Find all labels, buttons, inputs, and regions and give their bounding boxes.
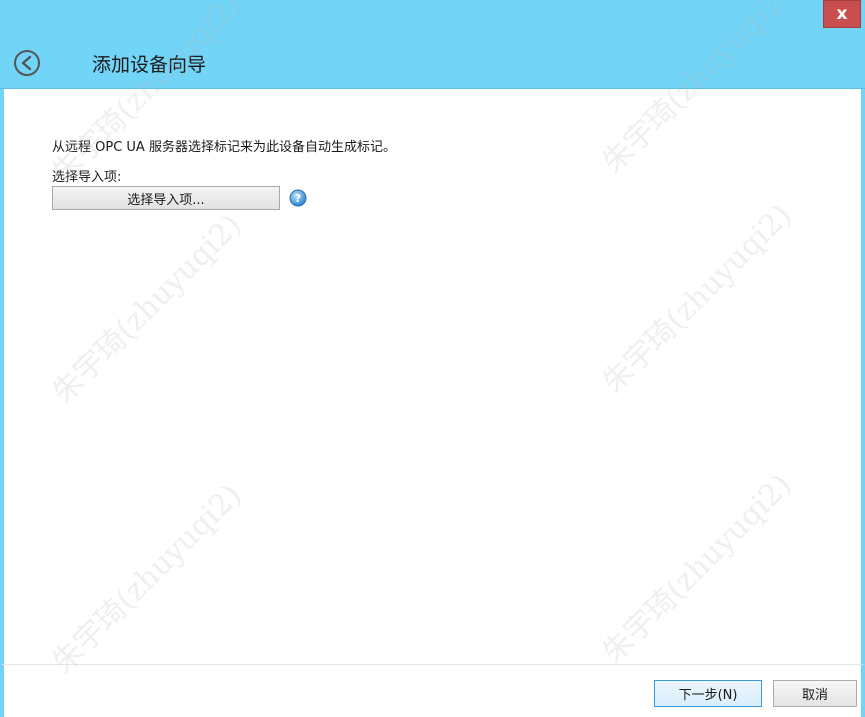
wizard-footer: 下一步(N) 取消 (0, 664, 865, 717)
title-bar: x 添加设备向导 (0, 0, 865, 89)
import-label: 选择导入项: (52, 170, 122, 185)
close-button[interactable]: x (823, 0, 861, 28)
back-arrow-icon (14, 50, 40, 76)
wizard-title: 添加设备向导 (92, 54, 207, 76)
back-button[interactable] (12, 48, 42, 78)
wizard-body: 从远程 OPC UA 服务器选择标记来为此设备自动生成标记。 选择导入项: 选择… (0, 89, 865, 664)
cancel-button[interactable]: 取消 (773, 680, 857, 707)
close-icon: x (836, 4, 848, 24)
help-icon[interactable]: ? (289, 189, 307, 207)
svg-text:?: ? (295, 192, 301, 205)
wizard-window: x 添加设备向导 从远程 OPC UA 服务器选择标记来为此设备自动生成标记。 … (0, 0, 865, 717)
select-import-items-button[interactable]: 选择导入项... (52, 186, 280, 210)
description-text: 从远程 OPC UA 服务器选择标记来为此设备自动生成标记。 (52, 140, 396, 155)
next-button[interactable]: 下一步(N) (654, 680, 762, 707)
